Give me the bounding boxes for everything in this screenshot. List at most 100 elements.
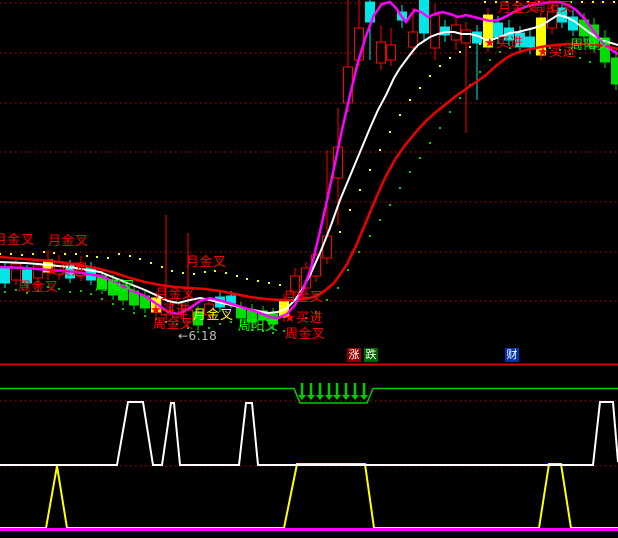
candlestick — [409, 32, 418, 47]
indicator-dot-yellow — [349, 209, 351, 211]
indicator-dot-yellow — [182, 272, 184, 274]
down-arrow-icon — [333, 395, 341, 400]
down-arrow-icon — [360, 395, 368, 400]
indicator-dot-green — [15, 289, 17, 291]
indicator-dot-yellow — [369, 169, 371, 171]
indicator-dot-green — [326, 299, 328, 301]
indicator-dot-green — [459, 97, 461, 99]
indicator-dot-yellow — [268, 282, 270, 284]
ma-line-red — [0, 44, 618, 300]
annotation-signal-buy: ★买进 — [150, 303, 189, 318]
indicator-dot-yellow — [21, 254, 23, 256]
kline-chart[interactable]: 月金叉月金叉★买进周金叉周阳叉月金叉月金叉★买进周金叉月金叉←6.18周阳叉月金… — [0, 0, 618, 538]
indicator-dot-yellow — [339, 231, 341, 233]
annotation-signal-buy: ★买进 — [284, 311, 323, 326]
down-arrow-icon — [342, 395, 350, 400]
indicator-dot-green — [101, 298, 103, 300]
candlestick — [431, 15, 440, 48]
candlestick — [323, 236, 332, 258]
down-arrow-icon — [307, 395, 315, 400]
indicator-dot-green — [449, 111, 451, 113]
indicator-dot-green — [479, 71, 481, 73]
indicator-dot-green — [337, 287, 339, 289]
down-arrow-icon — [316, 395, 324, 400]
indicator-dot-yellow — [449, 57, 451, 59]
indicator-dot-yellow — [150, 262, 152, 264]
annotation-signal-zhou-yangchai: 周阳叉 — [570, 38, 611, 53]
indicator-dot-green — [399, 187, 401, 189]
indicator-dot-yellow — [257, 280, 259, 282]
indicator-dot-yellow — [359, 189, 361, 191]
indicator-dot-green — [80, 290, 82, 292]
indicator-dot-yellow — [10, 253, 12, 255]
candlestick — [387, 45, 396, 60]
down-arrow-icon — [351, 395, 359, 400]
indicator-dot-green — [439, 127, 441, 129]
annotation-signal-zhou-jinchai: 周金叉 — [18, 279, 59, 295]
indicator-dot-yellow — [43, 251, 45, 253]
indicator-dot-yellow — [279, 284, 281, 286]
indicator-dot-yellow — [64, 253, 66, 255]
indicator-dot-yellow — [581, 1, 583, 3]
indicator-dot-green — [589, 61, 591, 63]
candlestick — [377, 42, 386, 63]
annotation-signal-yue-jinchai: 月金叉 — [186, 254, 227, 270]
annotation-signal-zhou-yangchai: 周阳叉 — [533, 0, 574, 15]
indicator-dot-green — [112, 303, 114, 305]
indicator-dot-yellow — [193, 273, 195, 275]
annotation-price-marker: ←6.18 — [178, 329, 217, 343]
indicator-dot-green — [4, 291, 6, 293]
indicator-dot-yellow — [86, 255, 88, 257]
indicator-dot-yellow — [459, 51, 461, 53]
indicator-dot-yellow — [389, 131, 391, 133]
indicator-dot-yellow — [379, 149, 381, 151]
indicator-dot-yellow — [129, 255, 131, 257]
indicator-dot-yellow — [204, 271, 206, 273]
indicator-dot-green — [499, 51, 501, 53]
indicator-dot-green — [133, 312, 135, 314]
annotation-signal-buy: ★买进 — [46, 264, 85, 279]
annotation-signal-zhou-yangchai: 周阳叉 — [238, 319, 279, 334]
indicator-dot-yellow — [236, 275, 238, 277]
indicator-dot-yellow — [32, 253, 34, 255]
badge-cai[interactable]: 财 — [505, 348, 519, 362]
indicator-dot-yellow — [107, 257, 109, 259]
indicator-dot-yellow — [0, 253, 1, 255]
indicator-dot-green — [489, 59, 491, 61]
indicator-dot-yellow — [419, 87, 421, 89]
annotation-signal-zhou-jinchai: 周金叉 — [285, 326, 326, 342]
candlestick — [612, 58, 618, 84]
indicator-dot-yellow — [225, 272, 227, 274]
annotation-signal-yue-jinchai: 月金叉 — [48, 233, 89, 249]
indicator-dot-yellow — [484, 1, 486, 3]
indicator-dot-yellow — [429, 75, 431, 77]
indicator-dot-yellow — [602, 1, 604, 3]
indicator-dot-yellow — [246, 278, 248, 280]
indicator-dot-yellow — [399, 114, 401, 116]
badge-zhang[interactable]: 涨 — [347, 348, 361, 362]
indicator-dot-green — [90, 293, 92, 295]
indicator-dot-green — [409, 171, 411, 173]
indicator-dot-green — [379, 219, 381, 221]
indicator-dot-yellow — [53, 252, 55, 254]
indicator-dot-yellow — [118, 253, 120, 255]
indicator-dot-yellow — [161, 266, 163, 268]
annotation-signal-yue-jinchai-yellow: 月金叉 — [193, 307, 234, 323]
indicator-line-yellow — [0, 464, 618, 528]
annotation-signal-yue-jinchai: 月金叉 — [0, 232, 35, 248]
indicator-dot-green — [144, 315, 146, 317]
badge-die[interactable]: 跌 — [364, 348, 378, 362]
indicator-dot-green — [419, 157, 421, 159]
indicator-dot-green — [69, 291, 71, 293]
chart-window: 月金叉月金叉★买进周金叉周阳叉月金叉月金叉★买进周金叉月金叉←6.18周阳叉月金… — [0, 0, 618, 538]
indicator-dot-yellow — [469, 46, 471, 48]
indicator-dot-green — [219, 323, 221, 325]
indicator-dot-yellow — [96, 256, 98, 258]
annotation-signal-buy: ★买进 — [484, 36, 523, 51]
indicator-dot-yellow — [495, 1, 497, 3]
indicator-dot-yellow — [171, 270, 173, 272]
indicator-dot-yellow — [409, 99, 411, 101]
indicator-dot-green — [389, 204, 391, 206]
indicator-dot-green — [429, 142, 431, 144]
candlestick — [462, 30, 471, 43]
